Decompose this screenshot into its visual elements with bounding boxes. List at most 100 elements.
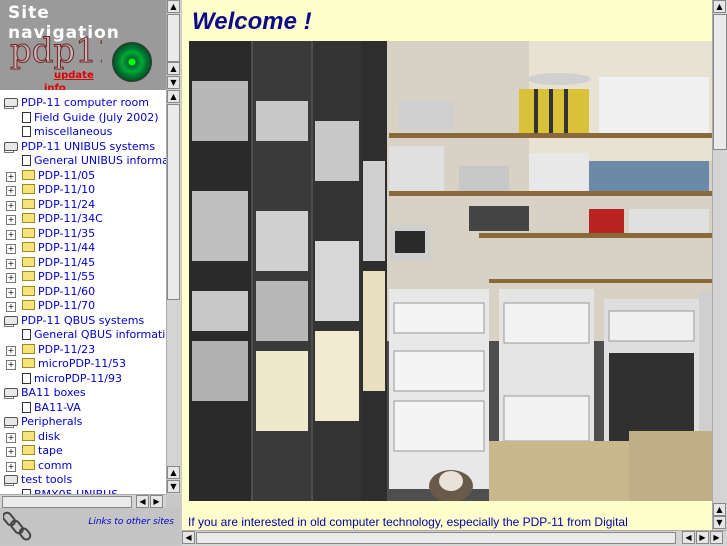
expand-toggle-icon[interactable]: + [6,186,16,196]
tree-item[interactable]: General QBUS informatio [22,328,166,342]
tree-item[interactable]: PDP-11/55 [22,270,95,284]
expand-toggle-icon[interactable]: + [6,215,16,225]
tree-item[interactable]: disk [22,430,60,444]
tree-item[interactable]: PDP-11/10 [22,183,95,197]
tree-item[interactable]: PDP-11/44 [22,241,95,255]
expand-toggle-icon[interactable]: + [6,287,16,298]
scroll-down-button[interactable]: ▼ [713,516,726,529]
intro-text: If you are interested in old computer te… [188,515,628,529]
expand-toggle-icon[interactable]: + [6,244,16,254]
computer-room-photo [189,41,712,501]
expand-toggle-icon[interactable]: + [6,273,16,283]
scroll-thumb[interactable] [713,14,727,150]
tree-item[interactable]: PDP-11/05 [22,169,95,183]
tree-item-label: tape [38,444,63,457]
folder-icon [22,227,35,238]
tree-item-label: Field Guide (July 2002) [34,110,159,124]
radar-icon[interactable] [112,42,152,82]
tree-item[interactable]: PDP-11/23 [22,343,95,357]
info-link[interactable]: info [44,83,66,90]
tree-item[interactable]: tape [22,444,63,458]
expand-toggle-icon[interactable]: + [6,200,16,211]
tree-item[interactable]: General UNIBUS informati [22,154,166,168]
scroll-right-button[interactable]: ▶ [150,495,163,508]
scroll-up-button[interactable]: ▲ [167,62,180,75]
tree-item[interactable]: comm [22,459,72,473]
tree-item[interactable]: PDP-11/35 [22,227,95,241]
expand-toggle-icon[interactable]: + [6,345,16,356]
scroll-right-button[interactable]: ▶ [710,531,723,544]
header-scrollbar[interactable]: ▲ ▲ ▼ [166,0,181,90]
links-to-other-sites[interactable]: Links to other sites [88,517,174,527]
scroll-right-button[interactable]: ▶ [696,531,709,544]
tree-item[interactable]: PDP-11 computer room [4,96,149,110]
update-link[interactable]: update [54,70,94,81]
scroll-left-button[interactable]: ◀ [682,531,695,544]
scroll-left-button[interactable]: ◀ [136,495,149,508]
tree-item[interactable]: PDP-11/60 [22,285,95,299]
expand-toggle-icon[interactable]: + [6,360,16,370]
tree-item-label: BA11-VA [34,400,81,414]
tree-horizontal-scrollbar[interactable]: ◀ ▶ [0,494,166,509]
pdp11-logo[interactable]: pdp11 [10,32,102,72]
expand-toggle-icon[interactable]: + [6,432,16,443]
tree-item[interactable]: PDP-11/24 [22,198,95,212]
tree-item[interactable]: PDP-11 QBUS systems [4,314,144,328]
scroll-up-button[interactable]: ▲ [167,0,180,13]
expand-toggle-icon[interactable]: + [6,302,16,312]
tree-item[interactable]: PDP-11 UNIBUS systems [4,140,155,154]
tree-item[interactable]: Field Guide (July 2002) [22,111,159,125]
scroll-thumb[interactable] [167,104,180,300]
tree-item[interactable]: BA11 boxes [4,386,86,400]
scroll-thumb[interactable] [2,496,132,508]
chain-link-icon[interactable] [3,510,33,542]
book-icon [4,98,18,107]
tree-item-label: PDP-11/23 [38,342,96,356]
scroll-left-button[interactable]: ◀ [182,531,195,544]
main-horizontal-scrollbar[interactable]: ◀ ◀ ▶ ▶ [182,530,727,546]
expand-toggle-icon[interactable]: + [6,461,16,472]
tree-item-label: BA11 boxes [21,386,86,399]
scroll-up-button[interactable]: ▲ [713,0,726,13]
tree-item[interactable]: PDP-11/34C [22,212,103,226]
tree-item[interactable]: miscellaneous [22,125,112,139]
folder-icon [22,343,35,354]
tree-item-label: test tools [21,473,73,486]
expand-toggle-icon[interactable]: + [6,171,16,182]
links-footer: Links to other sites [0,508,180,545]
tree-item[interactable]: microPDP-11/93 [22,372,122,386]
tree-item-label: PDP-11 computer room [21,96,149,109]
folder-icon [22,300,35,310]
folder-icon [22,242,35,252]
expand-toggle-icon[interactable]: + [6,447,16,457]
scroll-up-button[interactable]: ▲ [167,90,180,103]
expand-toggle-icon[interactable]: + [6,258,16,269]
scroll-up-button[interactable]: ▲ [167,466,180,479]
scroll-thumb[interactable] [196,532,676,544]
tree-item[interactable]: BA11-VA [22,401,81,415]
tree-item[interactable]: test tools [4,473,72,487]
pdp11-logo-text: pdp11 [10,32,102,71]
main-scrollbar[interactable]: ▲ ▲ ▼ [712,0,727,530]
tree-item-label: PDP-11/24 [38,197,96,211]
tree-scrollbar[interactable]: ▲ ▲ ▼ [166,90,181,494]
expand-toggle-icon[interactable]: + [6,229,16,240]
scroll-down-button[interactable]: ▼ [167,480,180,493]
book-icon [4,315,18,325]
scroll-up-button[interactable]: ▲ [713,503,726,516]
folder-icon [22,213,35,223]
scroll-down-button[interactable]: ▼ [167,76,180,89]
tree-item-label: disk [38,429,61,443]
document-icon [22,111,31,123]
tree-item-label: PDP-11/35 [38,226,96,240]
tree-item-label: PDP-11/05 [38,168,96,182]
scroll-thumb[interactable] [167,14,180,62]
tree-item-label: microPDP-11/53 [38,357,126,370]
folder-icon [22,256,35,267]
tree-item[interactable]: microPDP-11/53 [22,357,126,371]
tree-item-label: PDP-11/60 [38,284,96,298]
tree-item-label: miscellaneous [34,125,113,138]
tree-item[interactable]: Peripherals [4,415,82,429]
tree-item[interactable]: PDP-11/45 [22,256,95,270]
tree-item[interactable]: PDP-11/70 [22,299,95,313]
